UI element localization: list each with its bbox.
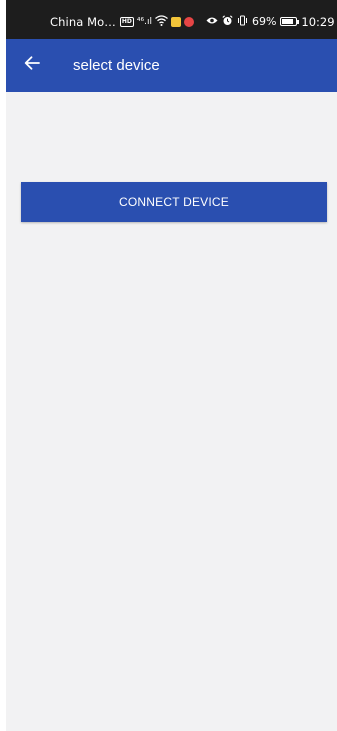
battery-level <box>282 19 293 24</box>
status-icons-left: HD ⁴⁶.ıl <box>119 14 194 29</box>
battery-icon <box>280 17 300 26</box>
carrier-name: China Mo… <box>50 14 116 29</box>
notification-app-icon <box>170 16 181 27</box>
notification-alert-icon <box>183 16 194 27</box>
page-title: select device <box>73 57 160 74</box>
vibrate-icon <box>237 15 248 29</box>
cellular-signal-icon: ⁴⁶.ıl <box>136 16 152 27</box>
clock-time: 10:29 <box>301 14 335 29</box>
status-bar: China Mo… HD ⁴⁶.ıl 69% 10:29 <box>6 0 337 39</box>
status-icons-right: 69% 10:29 <box>206 15 335 29</box>
battery-percent: 69% <box>251 15 277 28</box>
arrow-left-icon <box>24 56 40 75</box>
connect-device-button[interactable]: CONNECT DEVICE <box>21 182 327 222</box>
alarm-icon <box>222 14 233 29</box>
eye-icon <box>206 15 218 28</box>
hd-icon: HD <box>119 16 134 27</box>
back-button[interactable] <box>6 39 62 92</box>
app-bar: select device <box>6 39 337 92</box>
wifi-icon <box>155 14 168 29</box>
phone-screen: China Mo… HD ⁴⁶.ıl 69% 10:29 select devi… <box>6 0 337 731</box>
